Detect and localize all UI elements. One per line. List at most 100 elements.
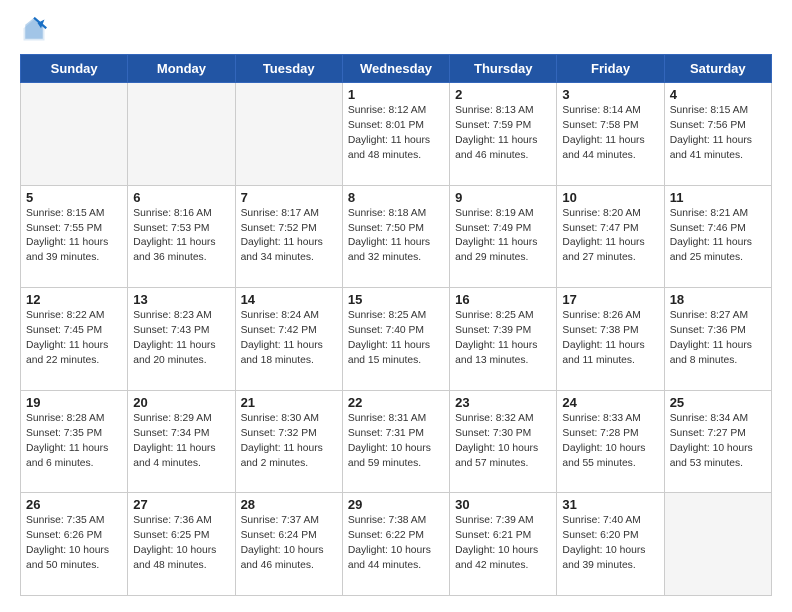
day-number: 15	[348, 292, 444, 307]
day-info: Sunrise: 8:31 AM Sunset: 7:31 PM Dayligh…	[348, 412, 444, 472]
calendar-cell: 19 Sunrise: 8:28 AM Sunset: 7:35 PM Dayli…	[21, 390, 128, 493]
day-number: 30	[455, 497, 551, 512]
calendar-cell: 31Sunrise: 7:40 AM Sunset: 6:20 PM Dayli…	[557, 493, 664, 596]
logo	[20, 16, 50, 44]
day-number: 4	[670, 87, 766, 102]
day-info: Sunrise: 8:26 AM Sunset: 7:38 PM Dayligh…	[562, 309, 658, 369]
day-number: 25	[670, 395, 766, 410]
calendar-cell: 1Sunrise: 8:12 AM Sunset: 8:01 PM Daylig…	[342, 83, 449, 186]
day-info: Sunrise: 8:30 AM Sunset: 7:32 PM Dayligh…	[241, 412, 337, 472]
calendar-cell: 15 Sunrise: 8:25 AM Sunset: 7:40 PM Dayli…	[342, 288, 449, 391]
day-info: Sunrise: 8:28 AM Sunset: 7:35 PM Dayligh…	[26, 412, 122, 472]
day-number: 8	[348, 190, 444, 205]
calendar-cell	[128, 83, 235, 186]
day-number: 13	[133, 292, 229, 307]
calendar-cell: 7Sunrise: 8:17 AM Sunset: 7:52 PM Daylig…	[235, 185, 342, 288]
day-number: 28	[241, 497, 337, 512]
calendar-cell: 20Sunrise: 8:29 AM Sunset: 7:34 PM Dayli…	[128, 390, 235, 493]
calendar-cell: 8 Sunrise: 8:18 AM Sunset: 7:50 PM Daylig…	[342, 185, 449, 288]
day-number: 5	[26, 190, 122, 205]
day-number: 26	[26, 497, 122, 512]
calendar-cell	[235, 83, 342, 186]
day-info: Sunrise: 7:36 AM Sunset: 6:25 PM Dayligh…	[133, 514, 229, 574]
day-number: 3	[562, 87, 658, 102]
day-number: 6	[133, 190, 229, 205]
day-info: Sunrise: 8:22 AM Sunset: 7:45 PM Dayligh…	[26, 309, 122, 369]
day-number: 14	[241, 292, 337, 307]
calendar-cell: 11Sunrise: 8:21 AM Sunset: 7:46 PM Dayli…	[664, 185, 771, 288]
day-info: Sunrise: 8:29 AM Sunset: 7:34 PM Dayligh…	[133, 412, 229, 472]
weekday-header-friday: Friday	[557, 55, 664, 83]
calendar-cell: 3Sunrise: 8:14 AM Sunset: 7:58 PM Daylig…	[557, 83, 664, 186]
calendar-cell: 4 Sunrise: 8:15 AM Sunset: 7:56 PM Daylig…	[664, 83, 771, 186]
calendar-cell: 17Sunrise: 8:26 AM Sunset: 7:38 PM Dayli…	[557, 288, 664, 391]
calendar-cell: 12 Sunrise: 8:22 AM Sunset: 7:45 PM Dayli…	[21, 288, 128, 391]
week-row-2: 12 Sunrise: 8:22 AM Sunset: 7:45 PM Dayli…	[21, 288, 772, 391]
calendar-cell: 5 Sunrise: 8:15 AM Sunset: 7:55 PM Daylig…	[21, 185, 128, 288]
day-number: 24	[562, 395, 658, 410]
weekday-header-wednesday: Wednesday	[342, 55, 449, 83]
day-info: Sunrise: 8:16 AM Sunset: 7:53 PM Dayligh…	[133, 207, 229, 267]
day-info: Sunrise: 8:19 AM Sunset: 7:49 PM Dayligh…	[455, 207, 551, 267]
day-info: Sunrise: 8:23 AM Sunset: 7:43 PM Dayligh…	[133, 309, 229, 369]
day-info: Sunrise: 8:25 AM Sunset: 7:39 PM Dayligh…	[455, 309, 551, 369]
day-info: Sunrise: 8:33 AM Sunset: 7:28 PM Dayligh…	[562, 412, 658, 472]
calendar: SundayMondayTuesdayWednesdayThursdayFrid…	[20, 54, 772, 596]
day-info: Sunrise: 8:15 AM Sunset: 7:56 PM Dayligh…	[670, 104, 766, 164]
weekday-header-tuesday: Tuesday	[235, 55, 342, 83]
week-row-3: 19 Sunrise: 8:28 AM Sunset: 7:35 PM Dayli…	[21, 390, 772, 493]
day-number: 9	[455, 190, 551, 205]
day-info: Sunrise: 8:12 AM Sunset: 8:01 PM Dayligh…	[348, 104, 444, 164]
day-number: 29	[348, 497, 444, 512]
week-row-4: 26 Sunrise: 7:35 AM Sunset: 6:26 PM Dayli…	[21, 493, 772, 596]
calendar-cell: 14Sunrise: 8:24 AM Sunset: 7:42 PM Dayli…	[235, 288, 342, 391]
day-number: 22	[348, 395, 444, 410]
weekday-header-saturday: Saturday	[664, 55, 771, 83]
day-info: Sunrise: 8:18 AM Sunset: 7:50 PM Dayligh…	[348, 207, 444, 267]
week-row-1: 5 Sunrise: 8:15 AM Sunset: 7:55 PM Daylig…	[21, 185, 772, 288]
day-number: 27	[133, 497, 229, 512]
day-info: Sunrise: 7:35 AM Sunset: 6:26 PM Dayligh…	[26, 514, 122, 574]
page: SundayMondayTuesdayWednesdayThursdayFrid…	[0, 0, 792, 612]
calendar-cell: 9 Sunrise: 8:19 AM Sunset: 7:49 PM Daylig…	[450, 185, 557, 288]
calendar-cell: 25 Sunrise: 8:34 AM Sunset: 7:27 PM Dayli…	[664, 390, 771, 493]
calendar-cell: 30 Sunrise: 7:39 AM Sunset: 6:21 PM Dayli…	[450, 493, 557, 596]
day-number: 11	[670, 190, 766, 205]
day-info: Sunrise: 8:27 AM Sunset: 7:36 PM Dayligh…	[670, 309, 766, 369]
day-number: 31	[562, 497, 658, 512]
calendar-cell: 23 Sunrise: 8:32 AM Sunset: 7:30 PM Dayli…	[450, 390, 557, 493]
calendar-cell: 21 Sunrise: 8:30 AM Sunset: 7:32 PM Dayli…	[235, 390, 342, 493]
calendar-cell: 26 Sunrise: 7:35 AM Sunset: 6:26 PM Dayli…	[21, 493, 128, 596]
day-info: Sunrise: 8:13 AM Sunset: 7:59 PM Dayligh…	[455, 104, 551, 164]
weekday-header-row: SundayMondayTuesdayWednesdayThursdayFrid…	[21, 55, 772, 83]
day-number: 23	[455, 395, 551, 410]
calendar-cell: 28Sunrise: 7:37 AM Sunset: 6:24 PM Dayli…	[235, 493, 342, 596]
day-info: Sunrise: 8:34 AM Sunset: 7:27 PM Dayligh…	[670, 412, 766, 472]
day-number: 10	[562, 190, 658, 205]
day-number: 2	[455, 87, 551, 102]
calendar-cell: 18Sunrise: 8:27 AM Sunset: 7:36 PM Dayli…	[664, 288, 771, 391]
day-info: Sunrise: 8:32 AM Sunset: 7:30 PM Dayligh…	[455, 412, 551, 472]
day-info: Sunrise: 8:15 AM Sunset: 7:55 PM Dayligh…	[26, 207, 122, 267]
day-number: 19	[26, 395, 122, 410]
day-info: Sunrise: 7:39 AM Sunset: 6:21 PM Dayligh…	[455, 514, 551, 574]
calendar-cell: 27 Sunrise: 7:36 AM Sunset: 6:25 PM Dayli…	[128, 493, 235, 596]
calendar-cell: 29 Sunrise: 7:38 AM Sunset: 6:22 PM Dayli…	[342, 493, 449, 596]
header	[20, 16, 772, 44]
day-number: 16	[455, 292, 551, 307]
day-number: 12	[26, 292, 122, 307]
logo-icon	[20, 16, 48, 44]
calendar-cell	[664, 493, 771, 596]
calendar-cell: 2 Sunrise: 8:13 AM Sunset: 7:59 PM Daylig…	[450, 83, 557, 186]
calendar-cell: 10 Sunrise: 8:20 AM Sunset: 7:47 PM Dayli…	[557, 185, 664, 288]
day-info: Sunrise: 8:25 AM Sunset: 7:40 PM Dayligh…	[348, 309, 444, 369]
day-info: Sunrise: 8:20 AM Sunset: 7:47 PM Dayligh…	[562, 207, 658, 267]
calendar-cell: 16 Sunrise: 8:25 AM Sunset: 7:39 PM Dayli…	[450, 288, 557, 391]
calendar-cell: 24 Sunrise: 8:33 AM Sunset: 7:28 PM Dayli…	[557, 390, 664, 493]
day-info: Sunrise: 8:17 AM Sunset: 7:52 PM Dayligh…	[241, 207, 337, 267]
calendar-cell: 22 Sunrise: 8:31 AM Sunset: 7:31 PM Dayli…	[342, 390, 449, 493]
calendar-cell	[21, 83, 128, 186]
weekday-header-monday: Monday	[128, 55, 235, 83]
day-number: 21	[241, 395, 337, 410]
day-info: Sunrise: 7:38 AM Sunset: 6:22 PM Dayligh…	[348, 514, 444, 574]
